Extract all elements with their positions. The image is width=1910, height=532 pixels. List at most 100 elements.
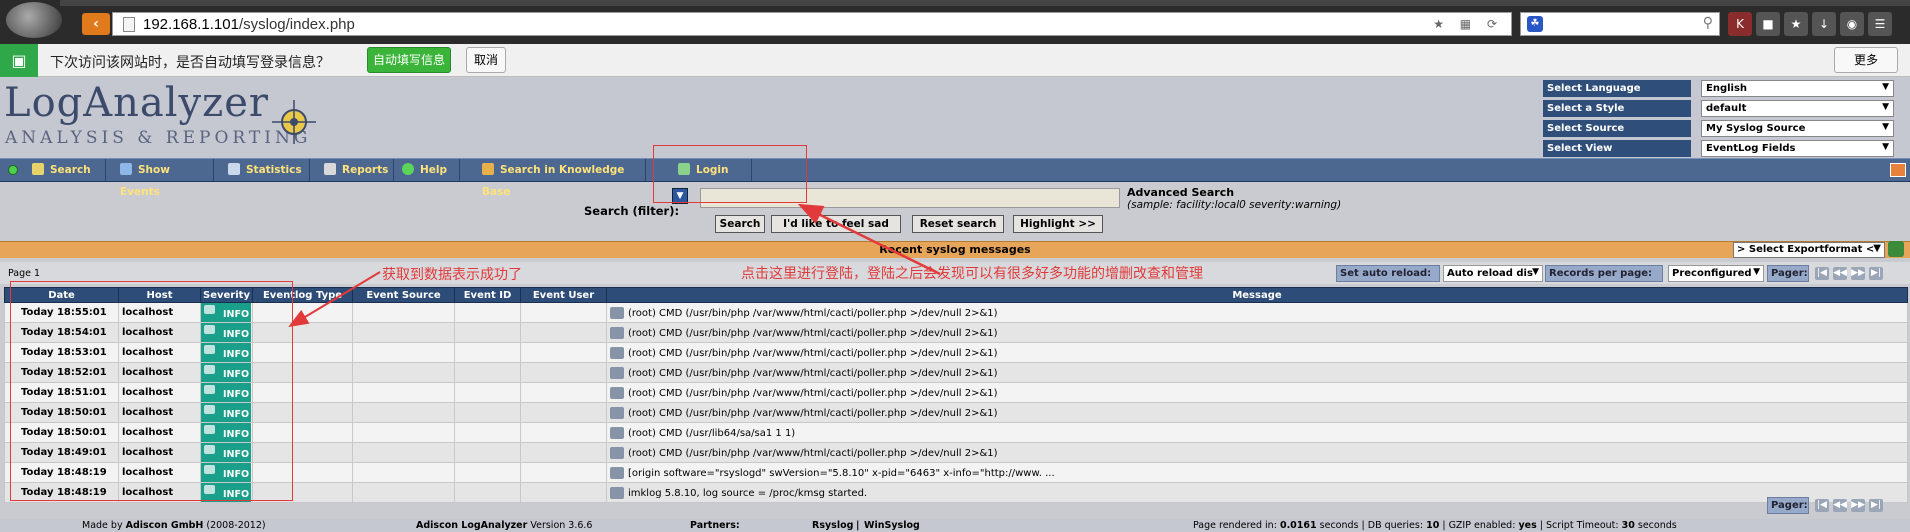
cell-event-id [454, 342, 521, 363]
highlight-button[interactable]: Highlight >> [1013, 215, 1103, 233]
cell-event-source [352, 462, 455, 483]
message-details-icon[interactable] [610, 326, 624, 339]
cell-event-user [520, 482, 607, 503]
column-header-message[interactable]: Message [606, 287, 1908, 303]
download-icon[interactable]: ↓ [1812, 12, 1836, 36]
nav-help[interactable]: Help [396, 159, 460, 181]
feel-sad-button[interactable]: I'd like to feel sad [771, 215, 901, 233]
message-details-icon[interactable] [610, 426, 624, 439]
cell-message[interactable]: (root) CMD (/usr/bin/php /var/www/html/c… [606, 402, 1908, 423]
select-language-label: Select Language [1543, 80, 1691, 97]
results-title: Recent syslog messages [879, 243, 1031, 256]
cell-message[interactable]: (root) CMD (/usr/bin/php /var/www/html/c… [606, 302, 1908, 323]
footer-company-link[interactable]: Adiscon GmbH [126, 520, 204, 531]
message-details-icon[interactable] [610, 486, 624, 499]
first-page-icon[interactable]: |◀ [1815, 267, 1829, 280]
rss-icon[interactable] [1890, 163, 1906, 177]
address-bar-actions-icon[interactable]: ★ ▦ ⟳ [1433, 17, 1503, 31]
previous-page-icon[interactable]: ◀◀ [1833, 499, 1847, 512]
export-format-select[interactable]: > Select Exportformat < ▼ [1733, 242, 1885, 258]
advanced-search-link[interactable]: Advanced Search [1127, 186, 1234, 199]
back-button[interactable]: ‹ [82, 13, 110, 35]
export-icon[interactable] [1888, 241, 1904, 257]
view-select[interactable]: EventLog Fields ▼ [1701, 140, 1894, 157]
nav-knowledge-base[interactable]: Search in Knowledge Base [476, 159, 646, 198]
cell-event-user [520, 302, 607, 323]
tab-strip[interactable] [60, 0, 1910, 6]
message-details-icon[interactable] [610, 466, 624, 479]
message-details-icon[interactable] [610, 366, 624, 379]
lock-icon[interactable]: ■ [1756, 12, 1780, 36]
previous-page-icon[interactable]: ◀◀ [1833, 267, 1847, 280]
footer-product-link[interactable]: Adiscon LogAnalyzer [416, 520, 527, 531]
rendered-label: Page rendered in: [1193, 520, 1277, 531]
first-page-icon[interactable]: |◀ [1815, 499, 1829, 512]
nav-show-events[interactable]: Show Events [114, 159, 214, 198]
cell-message[interactable]: (root) CMD (/usr/lib64/sa/sa1 1 1) [606, 422, 1908, 443]
data-highlight-box [10, 281, 293, 501]
cell-event-source [352, 302, 455, 323]
address-bar[interactable]: 192.168.1.101/syslog/index.php ★ ▦ ⟳ [112, 12, 1512, 36]
cell-message[interactable]: imklog 5.8.10, log source = /proc/kmsg s… [606, 482, 1908, 503]
search-button[interactable]: Search [715, 215, 765, 233]
cell-event-source [352, 362, 455, 383]
chevron-down-icon: ▼ [1532, 267, 1539, 277]
baidu-paw-icon: ☘ [1527, 16, 1543, 32]
rendered-value: 0.0161 [1279, 520, 1317, 531]
next-page-icon[interactable]: ▶▶ [1851, 499, 1865, 512]
footer-product: Adiscon LogAnalyzer Version 3.6.6 [416, 520, 592, 531]
menu-icon[interactable]: ☰ [1868, 12, 1892, 36]
records-per-page-select[interactable]: Preconfigured ▼ [1668, 265, 1764, 282]
cell-message[interactable]: (root) CMD (/usr/bin/php /var/www/html/c… [606, 382, 1908, 403]
cell-message[interactable]: (root) CMD (/usr/bin/php /var/www/html/c… [606, 442, 1908, 463]
chart-icon [228, 163, 240, 175]
app-logo-subtitle: ANALYSIS & REPORTING [5, 128, 312, 148]
nav-search[interactable]: Search [26, 159, 106, 181]
column-header-event-source[interactable]: Event Source [352, 287, 455, 303]
search-icon[interactable]: ⚲ [1703, 15, 1713, 31]
more-button[interactable]: 更多 [1834, 47, 1898, 73]
reset-search-button[interactable]: Reset search [912, 215, 1004, 233]
cell-message[interactable]: (root) CMD (/usr/bin/php /var/www/html/c… [606, 342, 1908, 363]
cell-message[interactable]: (root) CMD (/usr/bin/php /var/www/html/c… [606, 362, 1908, 383]
message-details-icon[interactable] [610, 446, 624, 459]
gamepad-icon[interactable]: ◉ [1840, 12, 1864, 36]
chevron-down-icon: ▼ [1753, 267, 1760, 277]
message-text: imklog 5.8.10, log source = /proc/kmsg s… [628, 487, 868, 499]
chevron-down-icon: ▼ [1882, 122, 1889, 132]
autofill-button[interactable]: 自动填写信息 [367, 47, 451, 73]
auto-reload-select[interactable]: Auto reload dis ▼ [1443, 265, 1543, 282]
message-details-icon[interactable] [610, 346, 624, 359]
message-text: [origin software="rsyslogd" swVersion="5… [628, 467, 1055, 479]
nav-reports[interactable]: Reports [318, 159, 394, 181]
browser-search-box[interactable]: ☘ ⚲ [1520, 12, 1720, 36]
last-page-icon[interactable]: ▶| [1869, 499, 1883, 512]
results-title-bar: Recent syslog messages [0, 241, 1910, 258]
cancel-button[interactable]: 取消 [466, 47, 506, 73]
cell-event-id [454, 322, 521, 343]
footer-partner-rsyslog[interactable]: Rsyslog [812, 520, 853, 531]
message-details-icon[interactable] [610, 386, 624, 399]
rendered-unit: seconds [1319, 520, 1359, 531]
cell-event-user [520, 402, 607, 423]
report-icon [324, 163, 336, 175]
column-header-event-user[interactable]: Event User [520, 287, 607, 303]
crosshair-logo-icon [272, 100, 316, 144]
message-details-icon[interactable] [610, 306, 624, 319]
bookmark-star-icon[interactable]: ★ [1784, 12, 1808, 36]
next-page-icon[interactable]: ▶▶ [1851, 267, 1865, 280]
style-select[interactable]: default ▼ [1701, 100, 1894, 117]
auto-reload-value: Auto reload dis [1447, 268, 1533, 279]
cell-message[interactable]: (root) CMD (/usr/bin/php /var/www/html/c… [606, 322, 1908, 343]
language-select[interactable]: English ▼ [1701, 80, 1894, 97]
column-header-event-id[interactable]: Event ID [454, 287, 521, 303]
nav-statistics[interactable]: Statistics [222, 159, 310, 181]
cell-message[interactable]: [origin software="rsyslogd" swVersion="5… [606, 462, 1908, 483]
extension-k-icon[interactable]: K [1728, 12, 1752, 36]
footer-partner-winsyslog[interactable]: WinSyslog [864, 520, 920, 531]
style-value: default [1706, 103, 1747, 114]
app-header: LogAnalyzer ANALYSIS & REPORTING Select … [0, 78, 1910, 158]
message-details-icon[interactable] [610, 406, 624, 419]
source-select[interactable]: My Syslog Source ▼ [1701, 120, 1894, 137]
last-page-icon[interactable]: ▶| [1869, 267, 1883, 280]
